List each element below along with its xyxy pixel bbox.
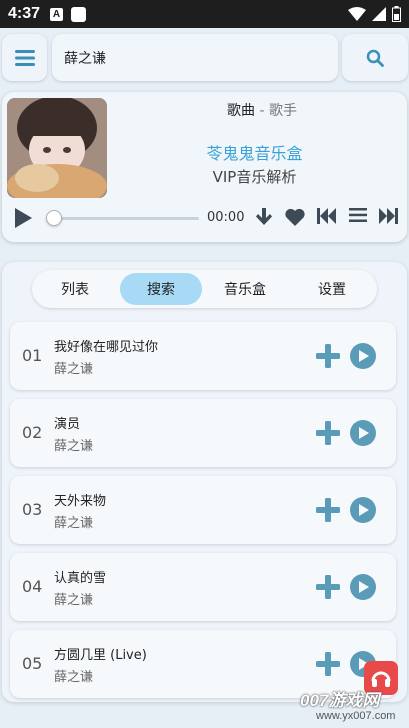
song-title: 方圆几里 (Live): [54, 648, 147, 663]
main-panel: 列表 搜索 音乐盒 设置 01 我好像在哪见过你 薛之谦 02 演员 薛之谦 03 天外来物薛…: [2, 262, 407, 702]
favorite-button[interactable]: [285, 208, 305, 226]
next-button[interactable]: [378, 208, 398, 224]
song-artist: 薛之谦: [54, 593, 94, 608]
song-number: 04: [22, 577, 43, 596]
hamburger-icon: [14, 49, 35, 66]
app-subtitle: VIP音乐解析: [212, 168, 297, 186]
song-row[interactable]: 02 演员薛之谦: [10, 399, 396, 467]
player-card: 歌曲 - 歌手 苓鬼鬼音乐盒 VIP音乐解析 00:00: [2, 92, 407, 242]
search-input[interactable]: 薛之谦: [52, 34, 338, 81]
song-row[interactable]: 04 认真的雪薛之谦: [10, 553, 396, 621]
add-to-playlist-button[interactable]: [315, 420, 341, 446]
song-play-button[interactable]: [350, 343, 376, 369]
play-circle-icon: [359, 427, 369, 439]
current-time: 00:00: [207, 210, 245, 225]
song-play-button[interactable]: [350, 497, 376, 523]
tab-music-box[interactable]: 音乐盒: [204, 273, 286, 305]
previous-icon: [317, 208, 336, 224]
add-to-playlist-button[interactable]: [315, 651, 341, 677]
player-controls: 00:00: [2, 204, 407, 234]
app-title: 苓鬼鬼音乐盒: [206, 144, 303, 163]
song-artist: 薛之谦: [54, 516, 94, 531]
search-button[interactable]: [342, 34, 408, 81]
song-number: 05: [22, 654, 43, 673]
add-to-playlist-button[interactable]: [315, 497, 341, 523]
song-number: 02: [22, 423, 43, 442]
progress-track[interactable]: [54, 217, 199, 220]
song-artist: 薛之谦: [54, 439, 94, 454]
status-icons: [348, 6, 401, 22]
now-playing-meta: 歌曲 - 歌手: [202, 100, 322, 120]
song-label: 歌曲: [227, 103, 256, 119]
song-number: 01: [22, 346, 43, 365]
add-to-playlist-button[interactable]: [315, 343, 341, 369]
menu-button[interactable]: [2, 34, 47, 81]
download-button[interactable]: [256, 208, 272, 226]
song-title: 演员: [54, 417, 81, 432]
tab-settings[interactable]: 设置: [291, 273, 373, 305]
meta-separator: -: [255, 103, 269, 119]
song-title: 天外来物: [54, 494, 107, 509]
notification-a-icon: A: [50, 7, 64, 21]
song-title: 认真的雪: [54, 571, 107, 586]
play-circle-icon: [359, 504, 369, 516]
play-circle-icon: [359, 581, 369, 593]
song-play-button[interactable]: [350, 574, 376, 600]
song-number: 03: [22, 500, 43, 519]
watermark-text: 007游戏网: [300, 691, 380, 710]
plus-icon: [316, 575, 340, 599]
song-row[interactable]: 03 天外来物薛之谦: [10, 476, 396, 544]
download-arrow-icon: [256, 208, 272, 225]
song-title: 我好像在哪见过你: [54, 340, 159, 355]
song-artist: 薛之谦: [54, 670, 94, 685]
singer-label: 歌手: [268, 103, 297, 119]
plus-icon: [316, 421, 340, 445]
next-icon: [379, 208, 398, 224]
status-bar: 4:37 A: [0, 0, 409, 28]
plus-icon: [316, 652, 340, 676]
wifi-icon: [348, 7, 366, 21]
add-to-playlist-button[interactable]: [315, 574, 341, 600]
tab-search[interactable]: 搜索: [120, 273, 202, 305]
song-play-button[interactable]: [350, 420, 376, 446]
play-button[interactable]: [14, 208, 32, 228]
plus-icon: [316, 344, 340, 368]
battery-icon: [392, 6, 401, 22]
previous-button[interactable]: [317, 208, 337, 224]
play-circle-icon: [359, 350, 369, 362]
tab-list[interactable]: 列表: [34, 273, 116, 305]
play-icon: [15, 208, 32, 228]
song-artist: 薛之谦: [54, 362, 94, 377]
heart-icon: [285, 208, 305, 226]
notification-square-icon: [71, 6, 87, 22]
progress-knob[interactable]: [46, 210, 62, 226]
signal-icon: [372, 7, 386, 21]
song-row[interactable]: 01 我好像在哪见过你 薛之谦: [10, 322, 396, 390]
playlist-button[interactable]: [349, 208, 367, 222]
status-time: 4:37: [8, 5, 41, 22]
search-icon: [366, 49, 384, 67]
tab-bar: 列表 搜索 音乐盒 设置: [32, 270, 377, 308]
plus-icon: [316, 498, 340, 522]
cover-art-image: [7, 98, 107, 198]
watermark-url: www.yx007.com: [316, 710, 396, 722]
list-icon: [349, 208, 367, 222]
album-cover[interactable]: [7, 98, 107, 198]
